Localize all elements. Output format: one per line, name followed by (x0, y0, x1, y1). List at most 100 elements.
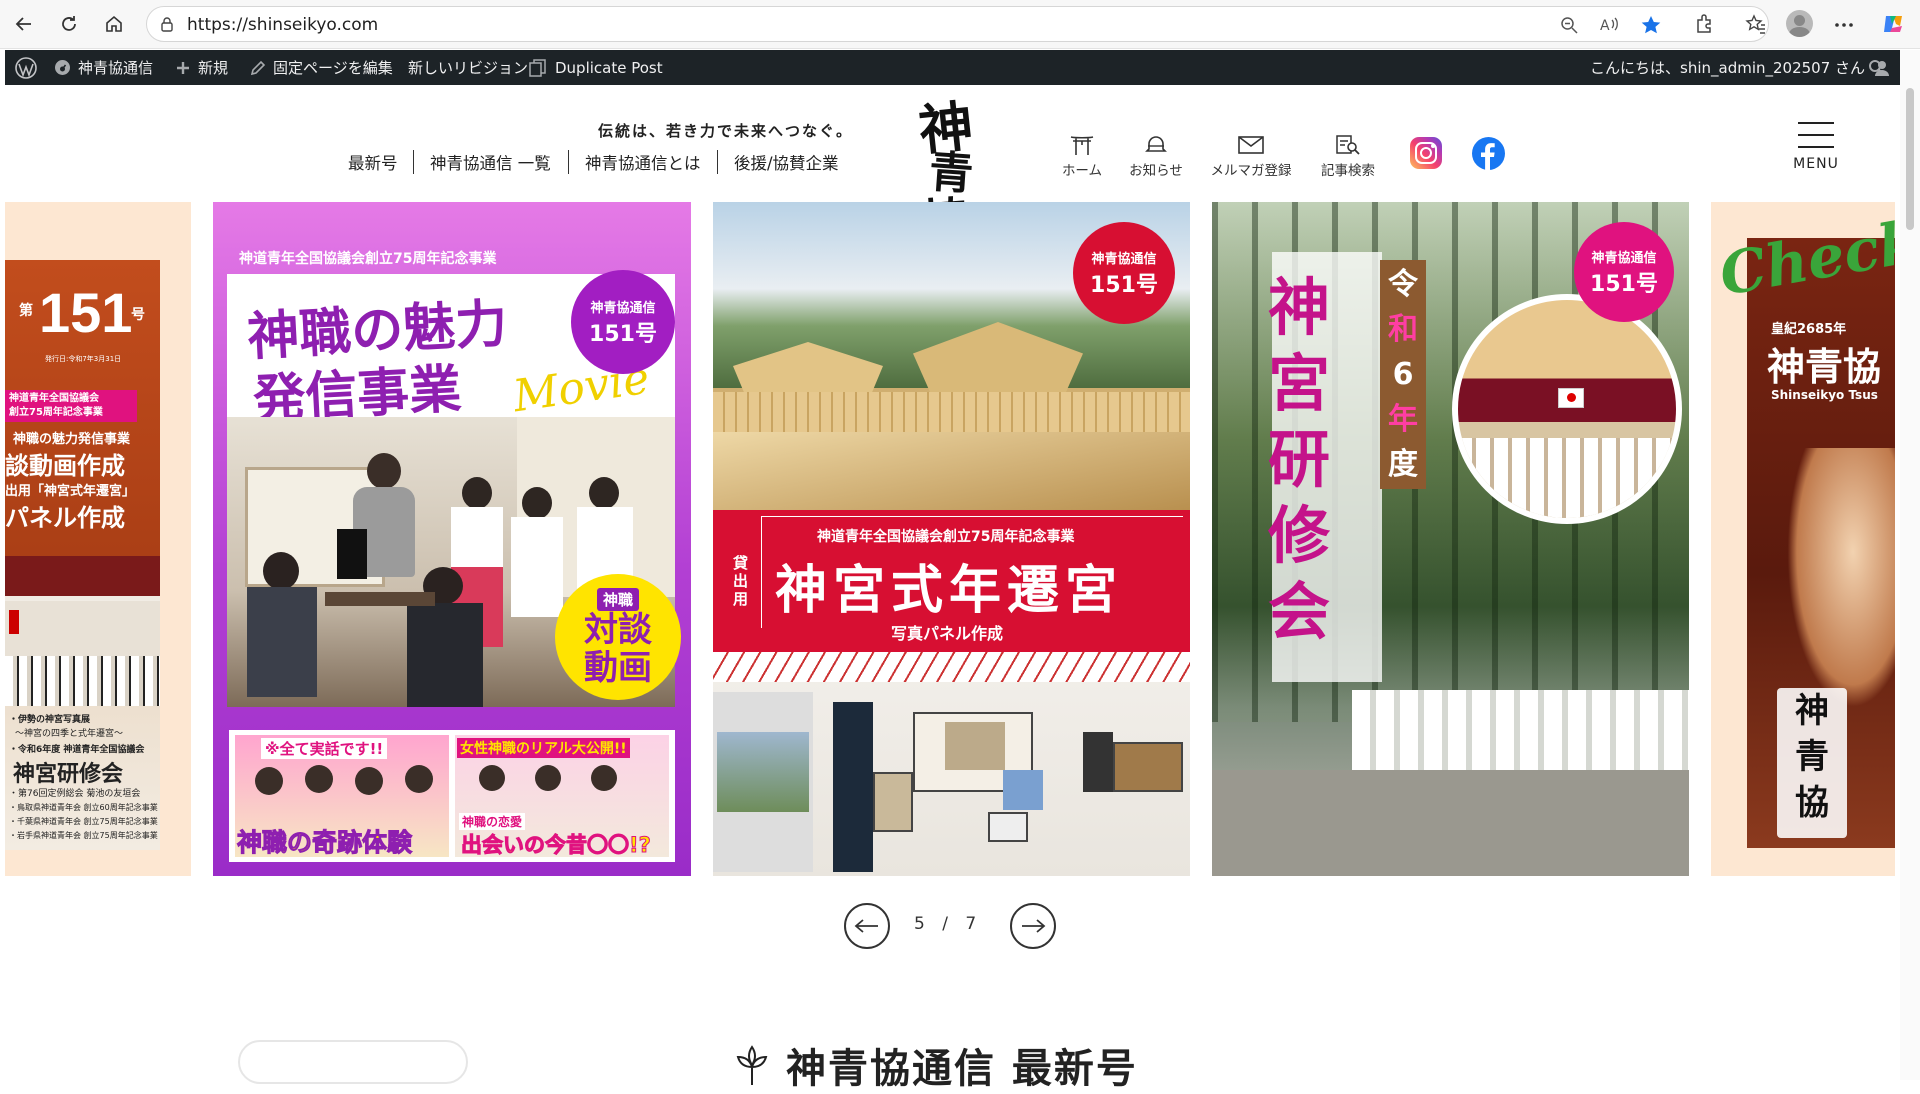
issue-badge: 神青協通信 151号 (1073, 222, 1175, 324)
section-title-text: 神青協通信 最新号 (786, 1046, 1138, 1092)
home-button[interactable] (98, 8, 130, 40)
vertical-title: 神 宮 研 修 会 (1264, 270, 1334, 650)
extensions-icon[interactable] (1694, 13, 1716, 35)
slide-header: 神道青年全国協議会創立75周年記念事業 (239, 251, 497, 267)
arrow-left-icon (854, 919, 878, 933)
slider-total: 7 (965, 914, 981, 934)
nav-latest-issue[interactable]: 最新号 (348, 150, 398, 173)
nav-divider (717, 150, 718, 174)
vertical-char: 年 (1388, 402, 1418, 437)
arrow-right-icon (1022, 919, 1046, 933)
wp-new-button[interactable]: 新規 (175, 50, 228, 85)
wp-account-menu[interactable]: こんにちは、shin_admin_202507 さん (1590, 50, 1898, 85)
wp-search-button[interactable] (1868, 50, 1893, 85)
slide-jingu-training[interactable]: 神 宮 研 修 会 令 和 6 年 度 神青協通信 151号 (1212, 202, 1689, 876)
slide-header: 神道青年全国協議会創立75周年記念事業 (817, 529, 1075, 545)
favorite-star-icon[interactable] (1640, 14, 1662, 36)
slide-partial-left[interactable]: 第 151 号 発行日:令和7年3月31日 神道青年全国協議会 創立75周年記念… (5, 202, 191, 876)
video-thumbnail[interactable]: ※全て実話です!! 神職の奇跡体験 (235, 735, 449, 858)
browser-toolbar: https://shinseikyo.com A (0, 0, 1920, 49)
badge-line: 151号 (1590, 271, 1658, 297)
cover-line: 神青協 (1767, 345, 1882, 389)
cover-photo (5, 556, 160, 706)
cover-issue-number: 151 (39, 281, 133, 344)
header-mailmag-link[interactable]: メルマガ登録 (1206, 134, 1296, 179)
slider-next-button[interactable] (1010, 903, 1056, 949)
cover-line: 出用「神宮式年遷宮」 (5, 484, 136, 499)
thumb-text: 出会いの今昔〇〇!? (461, 833, 652, 858)
cover-lower: ・令和6年度 神道青年全国協議会 (9, 745, 145, 755)
wp-new-revision-button[interactable]: 新しいリビジョン (408, 50, 528, 85)
cover-issue-suffix: 号 (131, 307, 145, 323)
slide-movie-project[interactable]: 神道青年全国協議会創立75周年記念事業 神職の魅力 発信事業 Movie 神青協… (213, 202, 691, 876)
facebook-icon[interactable] (1472, 137, 1505, 170)
title-band: 神道青年全国協議会創立75周年記念事業 貸出用 神宮式年遷宮 写真パネル作成 (713, 510, 1190, 652)
favorites-icon[interactable] (1745, 13, 1767, 35)
reload-button[interactable] (53, 8, 85, 40)
url-text[interactable]: https://shinseikyo.com (187, 15, 378, 35)
wp-logo-button[interactable] (15, 50, 44, 85)
badge-line: 神青協通信 (590, 300, 656, 316)
cover-logo-char: 協 (1795, 783, 1829, 823)
exhibition-photo (713, 652, 1190, 876)
hamburger-bar (1798, 146, 1834, 148)
cover-lower: ・伊勢の神宮写真展 (9, 715, 91, 725)
slide-title: 神宮式年遷宮 (775, 561, 1124, 621)
wp-greeting: こんにちは、shin_admin_202507 さん (1590, 59, 1866, 77)
header-news-label: お知らせ (1129, 163, 1183, 179)
cover-lower: ・第76回定例総会 菊池の友垣会 (9, 789, 141, 799)
address-bar[interactable]: https://shinseikyo.com A (146, 6, 1769, 42)
more-options-icon[interactable] (1833, 14, 1855, 36)
header-mailmag-label: メルマガ登録 (1210, 163, 1292, 179)
vertical-char: 会 (1267, 575, 1330, 648)
copilot-icon[interactable] (1880, 10, 1908, 38)
nav-sponsors[interactable]: 後援/協賛企業 (734, 150, 839, 173)
wp-site-name[interactable]: 神青協通信 (54, 50, 153, 85)
menu-button[interactable]: MENU (1786, 120, 1846, 178)
wp-admin-bar: 神青協通信 新規 固定ページを編集 新しいリビジョン Duplicate Pos… (5, 50, 1900, 85)
cover-slider[interactable]: 第 151 号 発行日:令和7年3月31日 神道青年全国協議会 創立75周年記念… (5, 202, 1895, 878)
profile-avatar[interactable] (1786, 10, 1813, 37)
torii-icon (1070, 136, 1094, 155)
issue-badge: 神青協通信 151号 (1574, 222, 1674, 322)
cover-logo-char: 青 (1795, 737, 1829, 777)
search-doc-icon (1336, 135, 1360, 155)
slider-separator: / (942, 914, 952, 934)
badge-line: 151号 (589, 321, 657, 347)
home-icon (106, 15, 122, 32)
slider-prev-button[interactable] (844, 903, 890, 949)
zoom-icon[interactable] (1560, 16, 1578, 34)
cover-lower: 神宮研修会 (13, 762, 124, 787)
header-news-link[interactable]: お知らせ (1111, 134, 1201, 179)
cover-lower: ・鳥取県神道青年会 創立60周年記念事業 (9, 803, 158, 812)
issue-badge: 神青協通信 151号 (571, 270, 675, 374)
tab-pill[interactable] (238, 1040, 468, 1084)
scrollbar-thumb[interactable] (1906, 88, 1914, 230)
cover-line: Shinseikyo Tsus (1771, 388, 1878, 402)
wp-edit-page-button[interactable]: 固定ページを編集 (250, 50, 393, 85)
slider-current: 5 (914, 914, 929, 934)
instagram-icon[interactable] (1410, 137, 1442, 169)
badge-line: 151号 (1090, 272, 1158, 298)
nav-issue-list[interactable]: 神青協通信 一覧 (430, 150, 551, 173)
cover-logo: 神 青 協 (1777, 688, 1847, 838)
vertical-char: 神 (1267, 271, 1330, 344)
slide-sengu-panels[interactable]: 神青協通信 151号 神道青年全国協議会創立75周年記念事業 貸出用 神宮式年遷… (713, 202, 1190, 876)
back-button[interactable] (8, 8, 40, 40)
header-search-link[interactable]: 記事検索 (1303, 134, 1393, 179)
video-thumbnail[interactable]: 女性神職のリアル大公開!! 神職の恋愛 出会いの今昔〇〇!? (455, 735, 669, 858)
vertical-char: 度 (1388, 447, 1418, 482)
thumb-text: 神職の奇跡体験 (236, 828, 413, 858)
read-aloud-icon[interactable]: A (1599, 15, 1619, 35)
page-scrollbar[interactable] (1900, 50, 1920, 1080)
slide-partial-right[interactable]: Check 皇紀2685年 神青協 Shinseikyo Tsus 神 青 協 (1711, 202, 1895, 876)
header-search-label: 記事検索 (1321, 163, 1375, 179)
nav-about[interactable]: 神青協通信とは (585, 150, 701, 173)
slide-subtitle: 写真パネル作成 (891, 624, 1004, 643)
wordpress-icon (15, 56, 37, 79)
vertical-char: 宮 (1267, 347, 1330, 420)
cover-lower: ・岩手県神道青年会 創立75周年記念事業 (9, 831, 158, 840)
wp-duplicate-post-button[interactable]: Duplicate Post (528, 50, 663, 85)
vertical-subtitle: 令 和 6 年 度 (1380, 260, 1426, 489)
thumb-text: 神職の恋愛 (459, 813, 526, 830)
